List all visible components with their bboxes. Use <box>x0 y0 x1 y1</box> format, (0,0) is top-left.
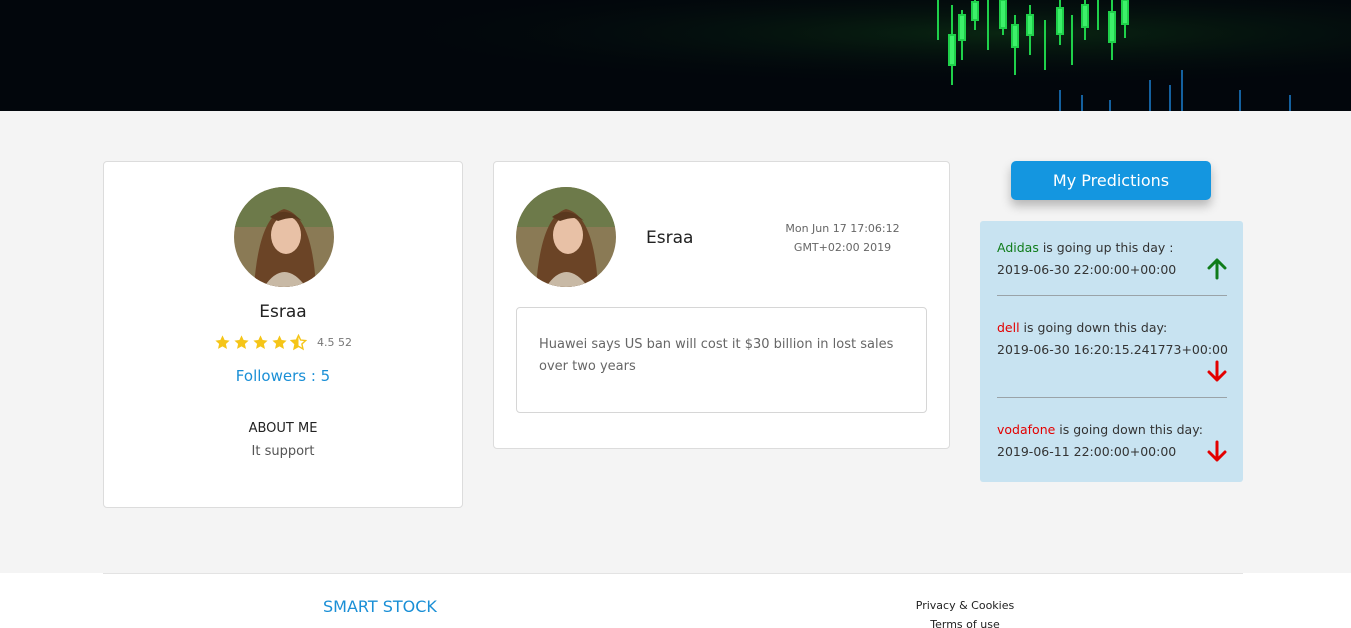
star-full-icon <box>272 335 287 349</box>
predictions-panel: Adidas is going up this day : 2019-06-30… <box>980 221 1243 482</box>
followers-count[interactable]: Followers : 5 <box>104 367 462 385</box>
post-body: Huawei says US ban will cost it $30 bill… <box>516 307 927 413</box>
profile-card: Esraa 4.5 52 Followers : 5 ABOUT ME It s… <box>103 161 463 508</box>
divider <box>997 397 1227 398</box>
divider <box>997 295 1227 296</box>
prediction-text: is going down this day: <box>1055 422 1203 437</box>
prediction-date: 2019-06-11 22:00:00+00:00 <box>997 444 1177 459</box>
profile-name: Esraa <box>259 302 307 322</box>
rating-text: 4.5 52 <box>317 336 352 349</box>
prediction-item: vodafone is going down this day: 2019-06… <box>997 419 1227 463</box>
post-date: Mon Jun 17 17:06:12 GMT+02:00 2019 <box>785 222 900 254</box>
footer-links: Privacy & Cookies Terms of use <box>900 596 1030 628</box>
terms-of-use-link[interactable]: Terms of use <box>900 615 1030 628</box>
user-photo <box>516 187 616 287</box>
footer-divider <box>103 573 1243 574</box>
star-full-icon <box>215 335 230 349</box>
star-full-icon <box>253 335 268 349</box>
prediction-item: dell is going down this day: 2019-06-30 … <box>997 317 1228 361</box>
user-photo <box>234 187 334 287</box>
prediction-company[interactable]: vodafone <box>997 422 1055 437</box>
about-text: It support <box>251 444 315 459</box>
star-full-icon <box>234 335 249 349</box>
post-author[interactable]: Esraa <box>646 228 693 248</box>
arrow-down-icon <box>1207 360 1227 382</box>
footer: SMART STOCK Privacy & Cookies Terms of u… <box>0 573 1351 628</box>
star-half-icon <box>290 334 307 351</box>
prediction-text: is going up this day : <box>1038 240 1174 255</box>
stock-chart-background <box>0 0 1351 111</box>
arrow-down-icon <box>1207 440 1227 462</box>
arrow-up-icon <box>1207 258 1227 280</box>
prediction-date: 2019-06-30 22:00:00+00:00 <box>997 262 1177 277</box>
my-predictions-button[interactable]: My Predictions <box>1011 161 1211 200</box>
rating: 4.5 52 <box>104 334 462 351</box>
brand-name[interactable]: SMART STOCK <box>323 597 437 616</box>
prediction-date: 2019-06-30 16:20:15.241773+00:00 <box>997 342 1228 357</box>
post-avatar[interactable] <box>516 187 616 287</box>
about-title: ABOUT ME <box>248 421 318 436</box>
hero-banner <box>0 0 1351 111</box>
prediction-company[interactable]: dell <box>997 320 1020 335</box>
prediction-text: is going down this day: <box>1019 320 1168 335</box>
avatar[interactable] <box>234 187 334 287</box>
prediction-item: Adidas is going up this day : 2019-06-30… <box>997 237 1227 281</box>
privacy-cookies-link[interactable]: Privacy & Cookies <box>900 596 1030 615</box>
post-card: Esraa Mon Jun 17 17:06:12 GMT+02:00 2019… <box>493 161 950 449</box>
prediction-company[interactable]: Adidas <box>997 240 1039 255</box>
